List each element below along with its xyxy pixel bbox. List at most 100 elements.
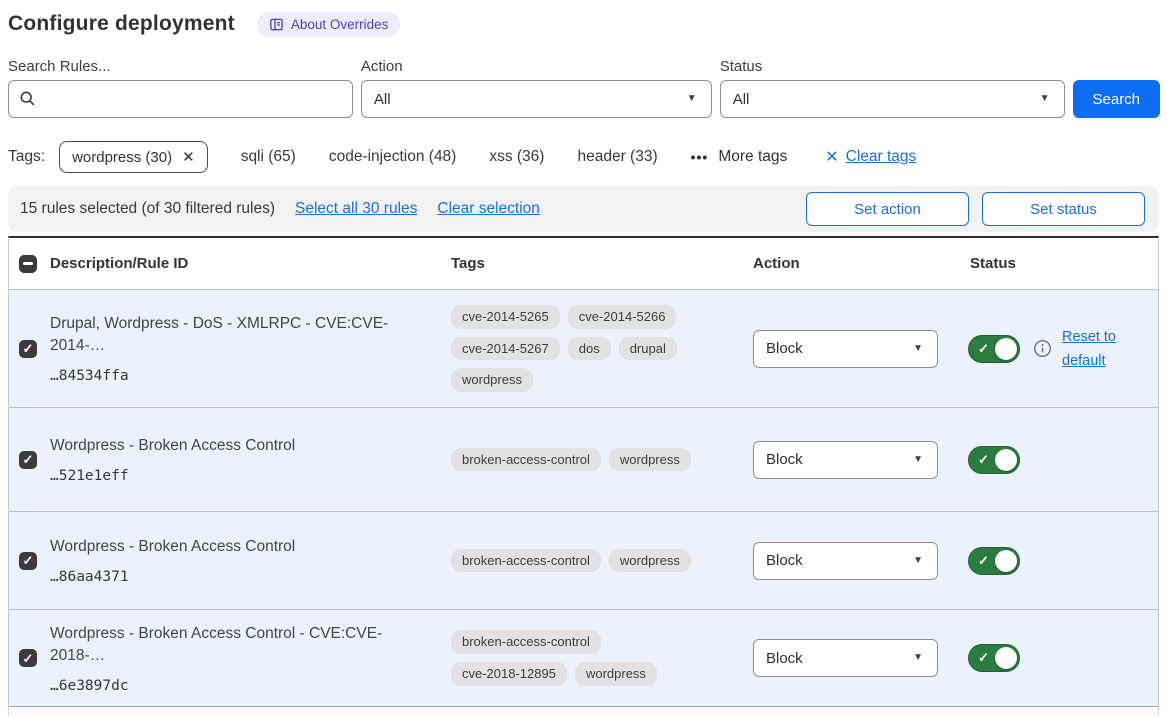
- chevron-down-icon: ▼: [687, 94, 697, 104]
- rules-table: Description/Rule ID Tags Action Status ✓…: [8, 236, 1159, 707]
- rule-enabled-toggle[interactable]: ✓: [968, 547, 1020, 575]
- column-header-action: Action: [753, 255, 956, 272]
- row-checkbox[interactable]: ✓: [19, 552, 37, 570]
- search-rules-label: Search Rules...: [8, 58, 353, 75]
- row-checkbox[interactable]: ✓: [19, 451, 37, 469]
- table-row: ✓ Wordpress - Broken Access Control …521…: [9, 408, 1158, 512]
- reset-to-default-link[interactable]: Reset to default: [1062, 325, 1124, 373]
- tag-filter-sqli[interactable]: sqli (65): [241, 148, 296, 166]
- rule-id: …521e1eff: [50, 468, 437, 484]
- tag-pill: dos: [568, 337, 611, 361]
- rule-action-select[interactable]: Block ▼: [753, 441, 938, 479]
- column-header-status: Status: [956, 255, 1158, 272]
- rule-status-cell: ✓: [956, 547, 1158, 575]
- rule-description-cell: Wordpress - Broken Access Control - CVE:…: [50, 623, 451, 694]
- close-icon[interactable]: ✕: [182, 148, 195, 166]
- rule-description: Wordpress - Broken Access Control - CVE:…: [50, 623, 437, 667]
- table-row: ✓ Wordpress - Broken Access Control …86a…: [9, 512, 1158, 610]
- check-icon: ✓: [978, 452, 989, 468]
- rule-action-select[interactable]: Block ▼: [753, 542, 938, 580]
- tag-pill: cve-2018-12895: [451, 662, 567, 686]
- rule-action-cell: Block ▼: [753, 330, 956, 368]
- rule-action-value: Block: [766, 650, 803, 667]
- clear-selection-link[interactable]: Clear selection: [437, 200, 540, 218]
- page-header: Configure deployment About Overrides: [8, 8, 1167, 40]
- rule-action-value: Block: [766, 552, 803, 569]
- rule-description: Drupal, Wordpress - DoS - XMLRPC - CVE:C…: [50, 313, 437, 357]
- action-filter-field: Action All ▼: [361, 58, 712, 118]
- rule-tags: cve-2014-5265cve-2014-5266cve-2014-5267d…: [451, 305, 721, 392]
- tag-pill: cve-2014-5266: [568, 305, 677, 329]
- filters-bar: Search Rules... Action All ▼ Status: [8, 58, 1160, 118]
- about-overrides-label: About Overrides: [291, 17, 389, 32]
- search-button[interactable]: Search: [1073, 80, 1160, 118]
- check-icon: ✓: [978, 650, 989, 666]
- tag-pill: wordpress: [575, 662, 657, 686]
- rule-action-value: Block: [766, 451, 803, 468]
- tags-label: Tags:: [8, 148, 45, 166]
- more-tags-label: More tags: [718, 148, 787, 166]
- tag-pill: drupal: [619, 337, 677, 361]
- rule-action-cell: Block ▼: [753, 639, 956, 677]
- row-checkbox[interactable]: ✓: [19, 649, 37, 667]
- tag-pill: wordpress: [609, 549, 691, 573]
- rule-action-select[interactable]: Block ▼: [753, 639, 938, 677]
- rule-action-cell: Block ▼: [753, 441, 956, 479]
- tag-pill: wordpress: [451, 368, 533, 392]
- search-rules-input[interactable]: [8, 80, 353, 118]
- rule-status-cell: ✓: [956, 446, 1158, 474]
- page-title: Configure deployment: [8, 12, 235, 36]
- rule-enabled-toggle[interactable]: ✓: [968, 335, 1020, 363]
- search-icon: [19, 90, 36, 112]
- selection-bar: 15 rules selected (of 30 filtered rules)…: [8, 186, 1159, 232]
- next-row-partial: [8, 707, 1159, 715]
- set-status-button[interactable]: Set status: [982, 192, 1145, 226]
- selected-tag-wordpress[interactable]: wordpress (30) ✕: [59, 141, 208, 173]
- select-all-rules-link[interactable]: Select all 30 rules: [295, 200, 417, 218]
- rule-description-cell: Wordpress - Broken Access Control …86aa4…: [50, 536, 451, 585]
- action-filter-label: Action: [361, 58, 712, 75]
- rule-action-select[interactable]: Block ▼: [753, 330, 938, 368]
- row-checkbox[interactable]: ✓: [19, 340, 37, 358]
- rule-description-cell: Wordpress - Broken Access Control …521e1…: [50, 435, 451, 484]
- table-row: ✓ Drupal, Wordpress - DoS - XMLRPC - CVE…: [9, 290, 1158, 408]
- more-tags-button[interactable]: ••• More tags: [691, 148, 788, 166]
- action-filter-value: All: [374, 91, 391, 108]
- rule-status-cell: ✓: [956, 644, 1158, 672]
- rule-enabled-toggle[interactable]: ✓: [968, 446, 1020, 474]
- clear-tags-button[interactable]: ✕ Clear tags: [825, 147, 916, 167]
- rule-tags: broken-access-controlcve-2018-12895wordp…: [451, 630, 721, 685]
- rule-description: Wordpress - Broken Access Control: [50, 435, 437, 457]
- selected-tag-label: wordpress (30): [72, 149, 172, 166]
- tag-pill: cve-2014-5265: [451, 305, 560, 329]
- close-icon: ✕: [825, 147, 838, 167]
- select-all-checkbox[interactable]: [19, 255, 37, 273]
- search-rules-field: Search Rules...: [8, 58, 353, 118]
- tag-filter-code-injection[interactable]: code-injection (48): [329, 148, 457, 166]
- status-filter-select[interactable]: All ▼: [720, 80, 1065, 118]
- about-overrides-badge[interactable]: About Overrides: [257, 12, 401, 37]
- rule-id: …6e3897dc: [50, 678, 437, 694]
- column-header-tags: Tags: [451, 255, 753, 272]
- tags-bar: Tags: wordpress (30) ✕ sqli (65) code-in…: [8, 140, 1167, 174]
- tag-pill: broken-access-control: [451, 448, 601, 472]
- status-filter-field: Status All ▼: [720, 58, 1065, 118]
- tag-pill: wordpress: [609, 448, 691, 472]
- tag-filter-xss[interactable]: xss (36): [489, 148, 544, 166]
- action-filter-select[interactable]: All ▼: [361, 80, 712, 118]
- tag-pill: broken-access-control: [451, 549, 601, 573]
- table-row: ✓ Wordpress - Broken Access Control - CV…: [9, 610, 1158, 707]
- chevron-down-icon: ▼: [913, 556, 923, 566]
- rule-action-value: Block: [766, 340, 803, 357]
- rule-action-cell: Block ▼: [753, 542, 956, 580]
- rule-description-cell: Drupal, Wordpress - DoS - XMLRPC - CVE:C…: [50, 313, 451, 384]
- tag-filter-header[interactable]: header (33): [577, 148, 657, 166]
- info-icon[interactable]: [1033, 339, 1052, 358]
- check-icon: ✓: [978, 341, 989, 357]
- rule-enabled-toggle[interactable]: ✓: [968, 644, 1020, 672]
- reset-block: Reset to default: [1020, 325, 1124, 373]
- column-header-description: Description/Rule ID: [50, 255, 451, 272]
- ellipsis-icon: •••: [691, 149, 709, 165]
- set-action-button[interactable]: Set action: [806, 192, 969, 226]
- chevron-down-icon: ▼: [913, 344, 923, 354]
